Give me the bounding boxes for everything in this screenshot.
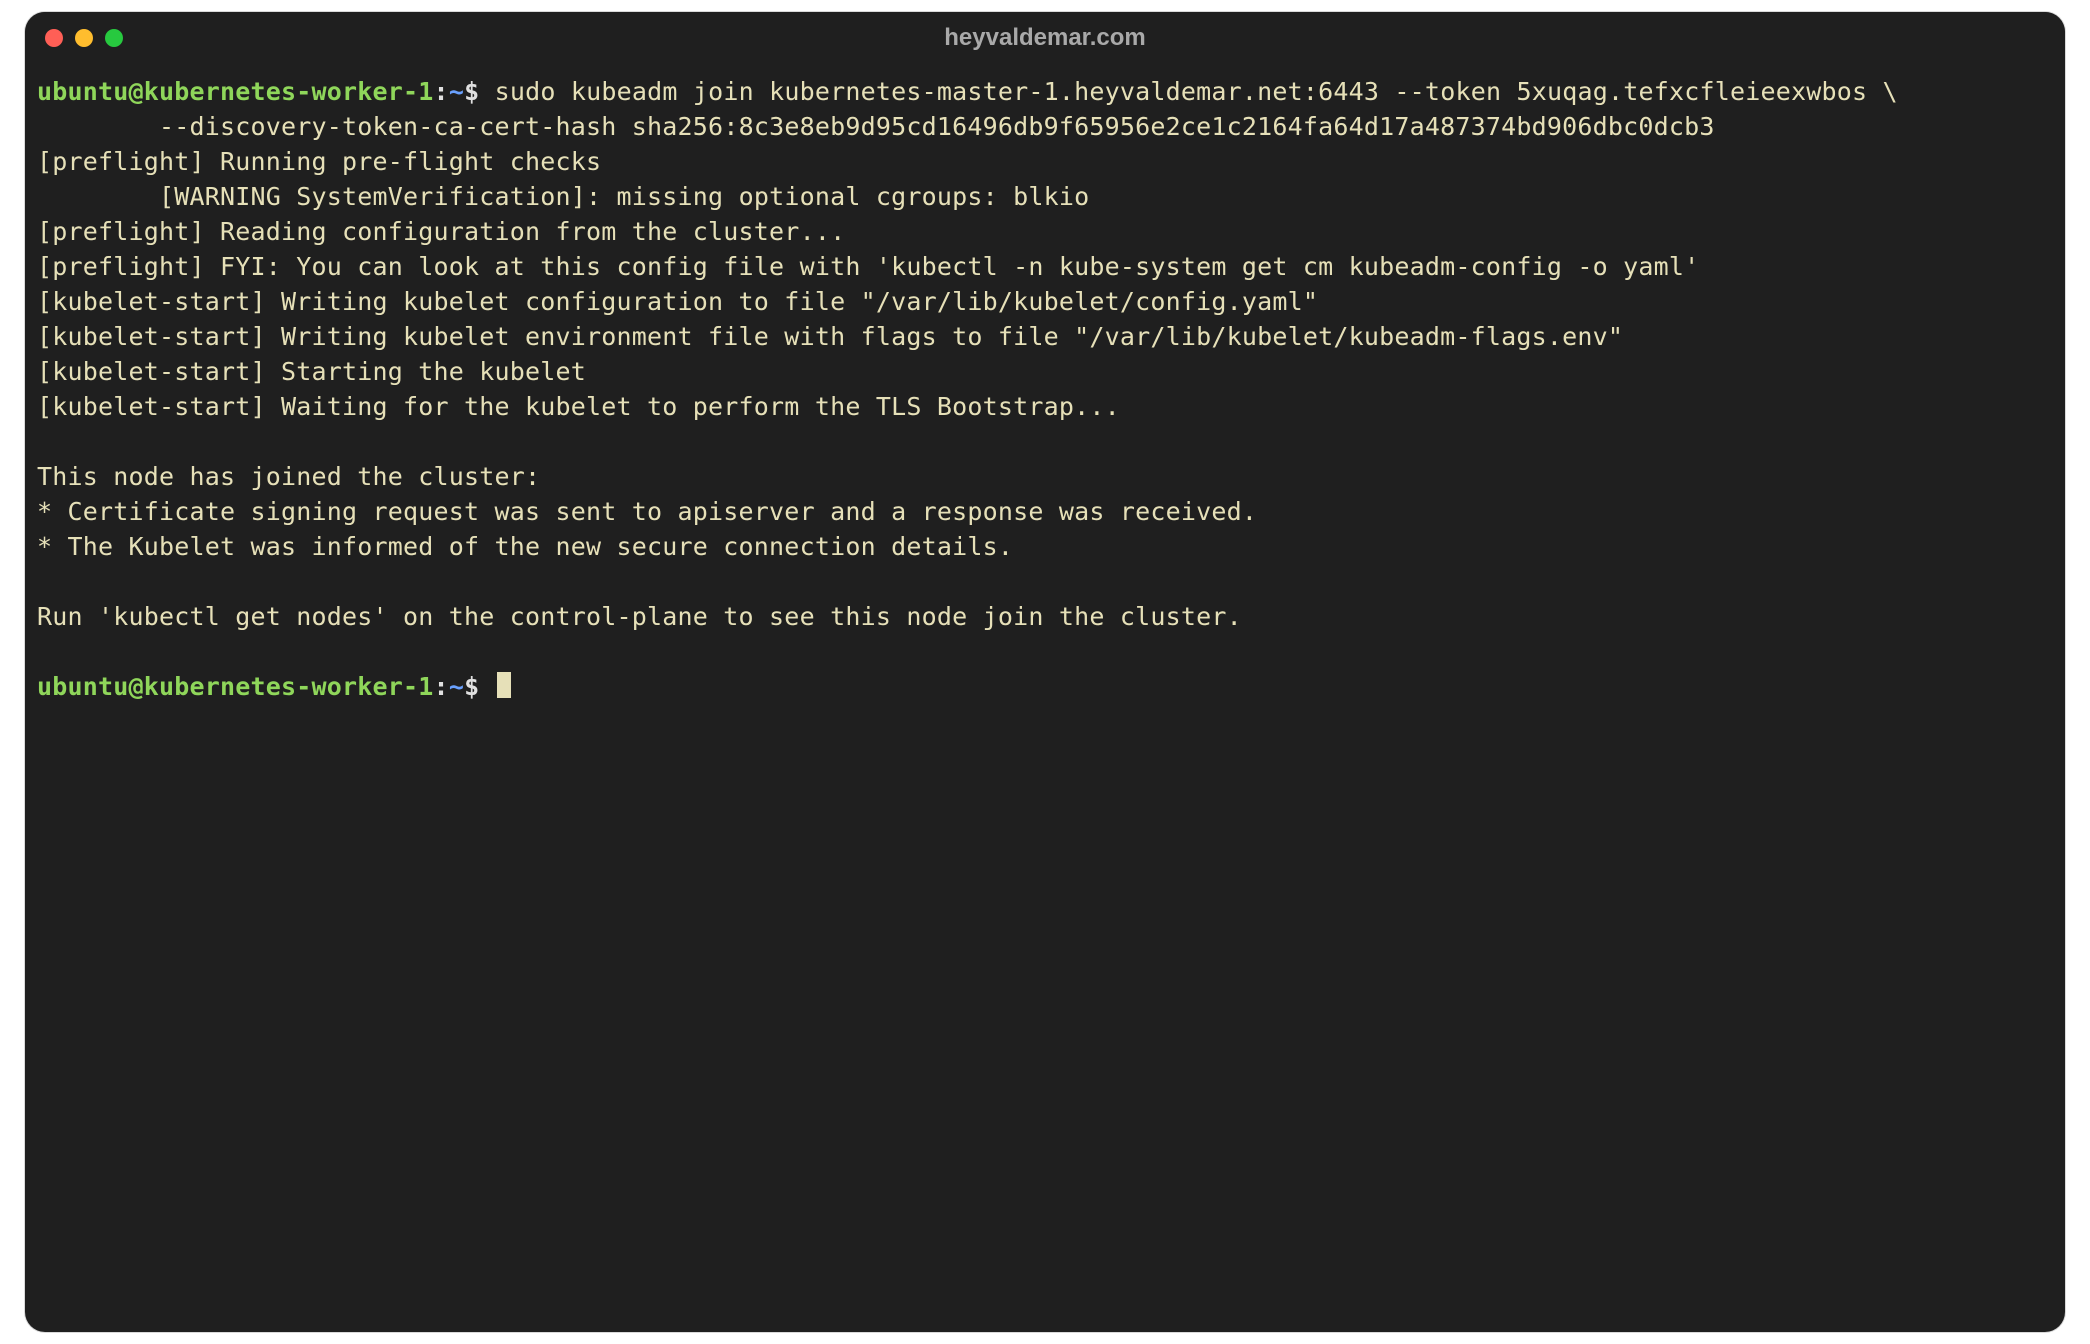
- terminal-screen[interactable]: ubuntu@kubernetes-worker-1:~$ sudo kubea…: [25, 64, 2065, 1332]
- output-line: * The Kubelet was informed of the new se…: [37, 532, 1013, 561]
- window-title: heyvaldemar.com: [25, 24, 2065, 52]
- zoom-icon[interactable]: [105, 29, 123, 47]
- prompt-sep: :: [434, 672, 449, 701]
- prompt-user-host: ubuntu@kubernetes-worker-1: [37, 77, 434, 106]
- prompt-path: ~: [449, 672, 464, 701]
- prompt-sigil: $: [464, 77, 479, 106]
- output-line: [preflight] Running pre-flight checks: [37, 147, 601, 176]
- output-line: * Certificate signing request was sent t…: [37, 497, 1257, 526]
- output-line: [kubelet-start] Starting the kubelet: [37, 357, 586, 386]
- output-line: [kubelet-start] Writing kubelet environm…: [37, 322, 1623, 351]
- terminal-window: heyvaldemar.com ubuntu@kubernetes-worker…: [25, 12, 2065, 1332]
- output-line: [kubelet-start] Writing kubelet configur…: [37, 287, 1318, 316]
- minimize-icon[interactable]: [75, 29, 93, 47]
- prompt-sep: :: [434, 77, 449, 106]
- output-line: [WARNING SystemVerification]: missing op…: [37, 182, 1089, 211]
- output-line: This node has joined the cluster:: [37, 462, 540, 491]
- stage: heyvaldemar.com ubuntu@kubernetes-worker…: [0, 0, 2090, 1344]
- output-line: [preflight] Reading configuration from t…: [37, 217, 845, 246]
- prompt-user-host: ubuntu@kubernetes-worker-1: [37, 672, 434, 701]
- command-line-2: --discovery-token-ca-cert-hash sha256:8c…: [37, 112, 1715, 141]
- cursor-icon: [497, 672, 511, 698]
- output-line: [kubelet-start] Waiting for the kubelet …: [37, 392, 1120, 421]
- output-line: Run 'kubectl get nodes' on the control-p…: [37, 602, 1242, 631]
- prompt-sigil: $: [464, 672, 479, 701]
- command-line-1: sudo kubeadm join kubernetes-master-1.he…: [495, 77, 1898, 106]
- traffic-lights: [45, 29, 123, 47]
- prompt-path: ~: [449, 77, 464, 106]
- titlebar: heyvaldemar.com: [25, 12, 2065, 64]
- close-icon[interactable]: [45, 29, 63, 47]
- output-line: [preflight] FYI: You can look at this co…: [37, 252, 1699, 281]
